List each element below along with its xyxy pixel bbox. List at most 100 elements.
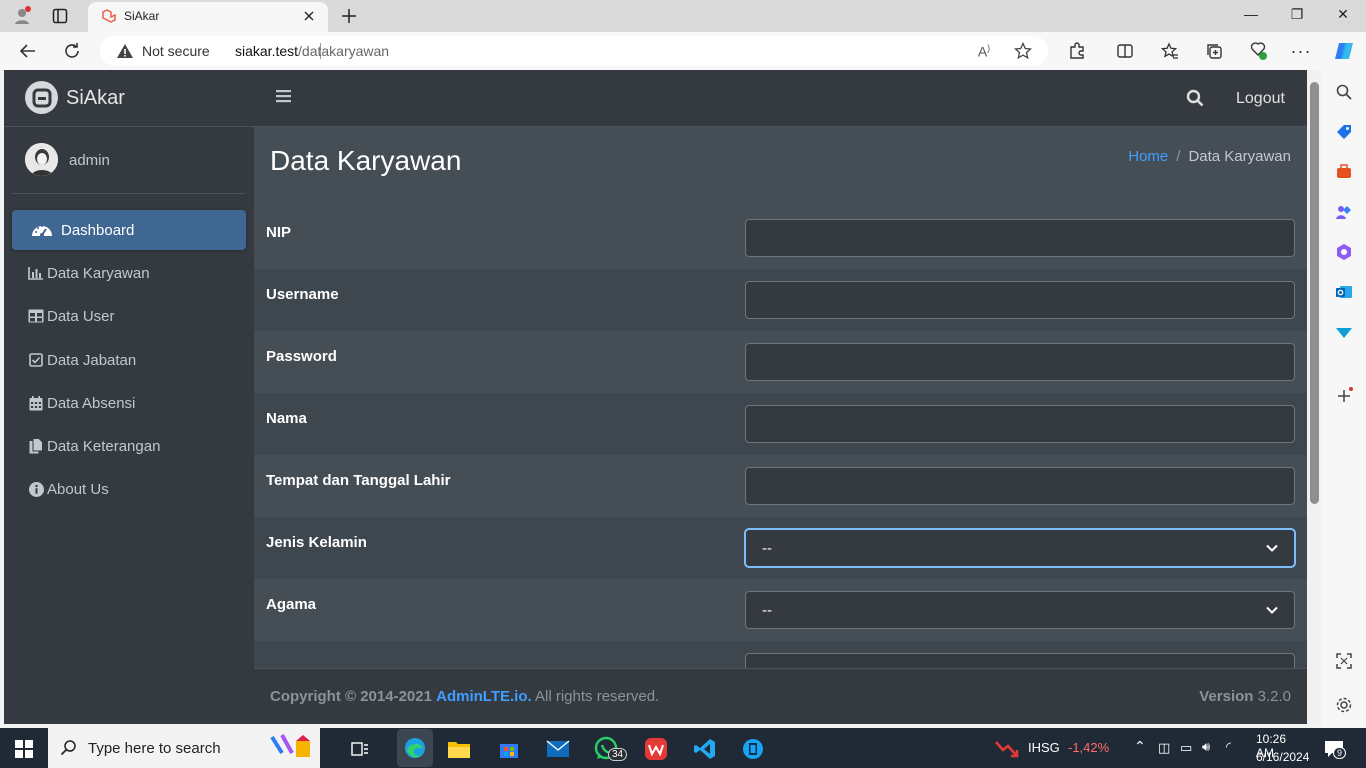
- windows-start-icon[interactable]: [11, 736, 37, 762]
- copilot-icon[interactable]: [1333, 40, 1355, 62]
- search-placeholder: Type here to search: [88, 740, 221, 757]
- sidebar-item-label: Data Absensi: [47, 395, 136, 412]
- split-screen-icon[interactable]: [1114, 40, 1136, 62]
- form-row-agama: Agama --: [254, 579, 1307, 641]
- favorites-icon[interactable]: [1159, 40, 1181, 62]
- stock-change: -1,42%: [1068, 740, 1110, 755]
- url-text: siakar.test/datakaryawan: [235, 43, 390, 59]
- nama-input[interactable]: [745, 405, 1295, 443]
- sidebar-item-data-user[interactable]: Data User: [12, 296, 246, 336]
- clock-date[interactable]: 6/16/2024: [1256, 750, 1309, 764]
- chevron-up-icon[interactable]: ⌃: [1134, 738, 1146, 755]
- wifi-icon[interactable]: ◜: [1226, 739, 1231, 755]
- form-row-nip: NIP: [254, 207, 1307, 269]
- username-label: Username: [266, 286, 339, 303]
- search-icon[interactable]: [1186, 89, 1204, 107]
- profile-icon[interactable]: [11, 5, 33, 27]
- more-menu-icon[interactable]: ···: [1290, 40, 1312, 62]
- menu-toggle-icon[interactable]: [276, 89, 294, 107]
- tools-icon[interactable]: [1333, 161, 1355, 183]
- username-input[interactable]: [745, 281, 1295, 319]
- nip-input[interactable]: [745, 219, 1295, 257]
- chart-bar-icon: [27, 264, 45, 282]
- check-square-icon: [27, 351, 45, 369]
- warning-icon[interactable]: [114, 40, 136, 62]
- wps-office-icon[interactable]: [643, 736, 669, 762]
- sidebar-item-data-keterangan[interactable]: Data Keterangan: [12, 426, 246, 466]
- browser-tab[interactable]: SiAkar: [88, 2, 328, 32]
- collections-icon[interactable]: [1203, 40, 1225, 62]
- file-explorer-icon[interactable]: [446, 736, 472, 762]
- form-row-nama: Nama: [254, 393, 1307, 455]
- jenis-kelamin-select[interactable]: --: [745, 529, 1295, 567]
- search-icon[interactable]: [1333, 81, 1355, 103]
- sidebar-item-data-karyawan[interactable]: Data Karyawan: [12, 253, 246, 293]
- breadcrumb-home-link[interactable]: Home: [1128, 148, 1168, 165]
- stock-chart-icon[interactable]: [994, 736, 1020, 762]
- restore-icon[interactable]: ❐: [1282, 6, 1312, 23]
- stock-name: IHSG: [1028, 740, 1060, 755]
- volume-icon[interactable]: 🔊︎: [1202, 739, 1210, 755]
- notification-count: 9: [1333, 747, 1347, 759]
- app-droplet-icon[interactable]: [740, 736, 766, 762]
- brand-link[interactable]: SiAkar: [4, 70, 254, 127]
- outlook-icon[interactable]: [1333, 281, 1355, 303]
- back-icon[interactable]: [17, 40, 39, 62]
- sidebar-item-data-absensi[interactable]: Data Absensi: [12, 383, 246, 423]
- sidebar-item-about-us[interactable]: About Us: [12, 469, 246, 509]
- read-aloud-icon[interactable]: A): [973, 40, 995, 62]
- url-field[interactable]: Not secure siakar.test/datakaryawan A): [100, 36, 1048, 66]
- whatsapp-icon[interactable]: 34: [594, 736, 628, 762]
- shopping-tag-icon[interactable]: [1333, 121, 1355, 143]
- version: Version 3.2.0: [1199, 688, 1291, 705]
- refresh-icon[interactable]: [61, 40, 83, 62]
- logout-link[interactable]: Logout: [1236, 90, 1285, 108]
- tempat-tanggal-lahir-input[interactable]: [745, 467, 1295, 505]
- tab-actions-icon[interactable]: [49, 5, 71, 27]
- edge-taskbar-icon[interactable]: [397, 729, 433, 767]
- user-name: admin: [69, 152, 110, 169]
- camera-icon[interactable]: ◫: [1158, 740, 1170, 756]
- table-icon: [27, 307, 45, 325]
- mail-icon[interactable]: [545, 736, 571, 762]
- sidebar-item-label: About Us: [47, 481, 109, 498]
- send-icon[interactable]: [1333, 321, 1355, 343]
- minimize-icon[interactable]: —: [1236, 6, 1266, 22]
- add-icon[interactable]: [1333, 385, 1355, 407]
- vscode-icon[interactable]: [692, 736, 718, 762]
- form-row-tempat-tanggal-lahir: Tempat dan Tanggal Lahir: [254, 455, 1307, 517]
- settings-gear-icon[interactable]: [1333, 694, 1355, 716]
- sidebar-item-label: Data User: [47, 308, 115, 325]
- password-label: Password: [266, 348, 337, 365]
- page-scrollbar[interactable]: [1307, 70, 1322, 724]
- microsoft-store-icon[interactable]: [496, 736, 522, 762]
- info-circle-icon: [27, 480, 45, 498]
- taskbar-search-box[interactable]: Type here to search: [48, 728, 320, 768]
- extensions-icon[interactable]: [1066, 40, 1088, 62]
- user-panel[interactable]: admin: [12, 127, 245, 194]
- search-icon: [56, 735, 82, 761]
- favorite-star-icon[interactable]: [1012, 40, 1034, 62]
- scrollbar-thumb[interactable]: [1310, 82, 1319, 504]
- sidebar-item-label: Data Karyawan: [47, 265, 150, 282]
- close-window-icon[interactable]: ✕: [1328, 6, 1358, 23]
- copy-icon: [27, 437, 45, 455]
- new-tab-icon[interactable]: [338, 5, 360, 27]
- sidebar-item-data-jabatan[interactable]: Data Jabatan: [12, 340, 246, 380]
- close-tab-icon[interactable]: [298, 5, 320, 27]
- form-row-password: Password: [254, 331, 1307, 393]
- games-icon[interactable]: [1333, 201, 1355, 223]
- task-view-icon[interactable]: [347, 736, 373, 762]
- browser-essentials-icon[interactable]: [1247, 40, 1269, 62]
- battery-icon[interactable]: ▭: [1180, 740, 1192, 756]
- top-navbar: Logout: [254, 70, 1307, 127]
- sidebar-item-dashboard[interactable]: Dashboard: [12, 210, 246, 250]
- password-input[interactable]: [745, 343, 1295, 381]
- copilot-app-icon[interactable]: [1333, 241, 1355, 263]
- jenis-kelamin-value: --: [762, 539, 772, 557]
- notification-icon[interactable]: 9: [1322, 737, 1347, 761]
- adminlte-link[interactable]: AdminLTE.io.: [436, 688, 532, 705]
- agama-select[interactable]: --: [745, 591, 1295, 629]
- screenshot-icon[interactable]: [1333, 650, 1355, 672]
- laravel-icon: [98, 5, 120, 27]
